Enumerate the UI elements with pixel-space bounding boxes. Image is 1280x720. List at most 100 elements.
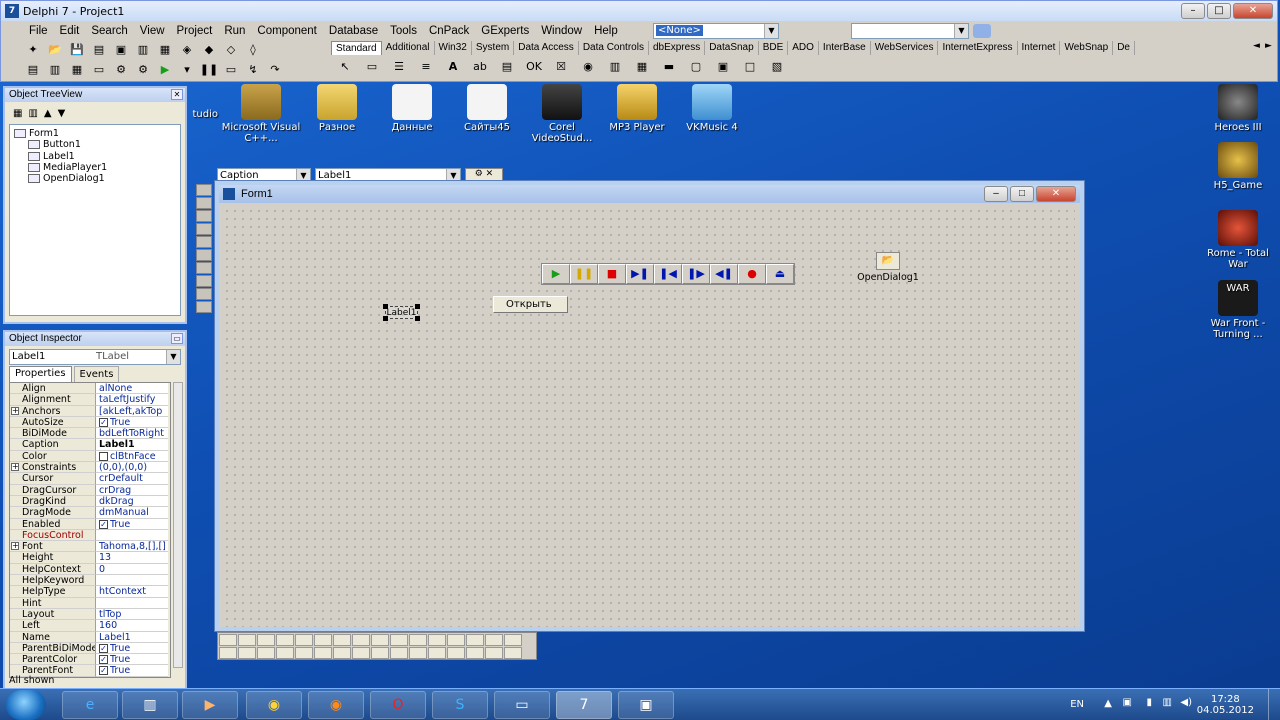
align-tool-icon[interactable]	[485, 647, 503, 659]
property-value[interactable]: Label1	[96, 631, 168, 643]
checkbox-icon[interactable]: ✓	[99, 519, 108, 529]
align-tool-icon[interactable]	[314, 634, 332, 646]
property-row-focuscontrol[interactable]: FocusControl	[10, 529, 170, 542]
tab-dbexpress[interactable]: dbExpress	[649, 41, 706, 55]
align-tool-icon[interactable]	[295, 634, 313, 646]
tab-decision[interactable]: De	[1113, 41, 1135, 55]
align-tool-icon[interactable]	[333, 634, 351, 646]
tab-webservices[interactable]: WebServices	[871, 41, 939, 55]
align-tool-icon[interactable]	[371, 634, 389, 646]
align-tool-icon[interactable]	[238, 647, 256, 659]
align-tool-icon[interactable]	[390, 647, 408, 659]
property-row-helpcontext[interactable]: HelpContext 0	[10, 563, 170, 576]
tab-bde[interactable]: BDE	[759, 41, 789, 55]
property-value[interactable]: Label1	[96, 439, 168, 451]
strip-icon[interactable]	[196, 301, 212, 313]
delete-icon[interactable]: ▦	[13, 108, 22, 119]
expand-icon[interactable]: +	[11, 406, 19, 415]
arrow-up-icon[interactable]: ▲	[44, 108, 52, 119]
align-tool-icon[interactable]	[390, 634, 408, 646]
menu-cnpack[interactable]: CnPack	[423, 23, 475, 39]
tab-datasnap[interactable]: DataSnap	[705, 41, 759, 55]
desktop-icon-vkmusic[interactable]: VKMusic 4	[672, 84, 752, 133]
button1[interactable]: Открыть	[493, 296, 568, 313]
show-desktop-button[interactable]	[1268, 689, 1280, 720]
chrome-icon[interactable]: ◉	[246, 691, 302, 719]
popup-menu-icon[interactable]: ≡	[416, 57, 436, 75]
save-all-icon[interactable]: ▤	[89, 41, 109, 59]
stop-icon[interactable]: ■	[598, 264, 626, 284]
close-button[interactable]: ✕	[1036, 186, 1076, 202]
checkbox-component-icon[interactable]: ☒	[551, 57, 571, 75]
desktop-icon-dannye[interactable]: Данные	[372, 84, 452, 133]
desktop-icon-heroes[interactable]: Heroes III	[1198, 84, 1278, 133]
property-row-parentcolor[interactable]: ParentColor ✓ True	[10, 654, 170, 666]
align-tool-icon[interactable]	[219, 634, 237, 646]
align-tool-icon[interactable]	[466, 647, 484, 659]
open-project-icon[interactable]: ▣	[111, 41, 131, 59]
align-tool-icon[interactable]	[428, 647, 446, 659]
radiogroup-component-icon[interactable]: ▣	[713, 57, 733, 75]
chevron-down-icon[interactable]: ▼	[166, 350, 180, 364]
word-icon[interactable]: ▭	[494, 691, 550, 719]
firefox-icon[interactable]: ◉	[308, 691, 364, 719]
app-icon[interactable]: ▣	[618, 691, 674, 719]
help-icon[interactable]: ◈	[177, 41, 197, 59]
menu-run[interactable]: Run	[218, 23, 251, 39]
tab-data-controls[interactable]: Data Controls	[579, 41, 649, 55]
property-row-caption[interactable]: Caption Label1	[10, 439, 170, 451]
align-tool-icon[interactable]	[352, 634, 370, 646]
desktop-icon-corel[interactable]: Corel VideoStud...	[522, 84, 602, 144]
resize-handle[interactable]	[415, 316, 420, 321]
property-row-cursor[interactable]: Cursor crDefault	[10, 473, 170, 485]
frame-icon[interactable]: ▭	[362, 57, 382, 75]
property-value[interactable]: tlTop	[96, 608, 168, 621]
menu-view[interactable]: View	[134, 23, 171, 39]
tree-node-form1[interactable]: Form1	[14, 128, 176, 139]
align-tool-icon[interactable]	[428, 634, 446, 646]
prev-icon[interactable]: ❚◀	[654, 264, 682, 284]
grid-icon[interactable]: ▦	[67, 61, 87, 79]
back-icon[interactable]: ◀❚	[710, 264, 738, 284]
tab-scroll-left-icon[interactable]: ◄	[1253, 41, 1260, 51]
align-tool-icon[interactable]	[409, 647, 427, 659]
menu-search[interactable]: Search	[85, 23, 133, 39]
property-row-parentbidimode[interactable]: ParentBiDiMode ✓ True	[10, 642, 170, 655]
align-tool-icon[interactable]	[257, 647, 275, 659]
resize-handle[interactable]	[383, 316, 388, 321]
tree-node-button1[interactable]: Button1	[14, 139, 176, 150]
resize-handle[interactable]	[383, 304, 388, 309]
menu-tools[interactable]: Tools	[384, 23, 423, 39]
start-button[interactable]	[6, 690, 46, 720]
opera-icon[interactable]: O	[370, 691, 426, 719]
minimize-button[interactable]: –	[1181, 3, 1205, 19]
property-row-dragcursor[interactable]: DragCursor crDrag	[10, 484, 170, 496]
step-icon[interactable]: ❚▶	[682, 264, 710, 284]
align-tool-icon[interactable]	[276, 634, 294, 646]
tab-events[interactable]: Events	[73, 366, 120, 382]
panel-component-icon[interactable]: □	[740, 57, 760, 75]
property-value[interactable]: 0	[96, 563, 168, 576]
menu-file[interactable]: File	[23, 23, 54, 39]
property-row-dragmode[interactable]: DragMode dmManual	[10, 507, 170, 519]
new-icon[interactable]: ✦	[23, 41, 43, 59]
desktop-icon-raznoe[interactable]: Разное	[297, 84, 377, 133]
object-selector-combo[interactable]: Label1 TLabel ▼	[9, 349, 181, 365]
menu-database[interactable]: Database	[323, 23, 384, 39]
resize-handle[interactable]	[415, 304, 420, 309]
tree-node-label1[interactable]: Label1	[14, 151, 176, 162]
align-tool-icon[interactable]	[504, 647, 522, 659]
desktop-icon-rome[interactable]: Rome - Total War	[1198, 210, 1278, 270]
menu-gexperts[interactable]: GExperts	[475, 23, 535, 39]
button-component-icon[interactable]: OK	[524, 57, 544, 75]
tab-properties[interactable]: Properties	[9, 366, 72, 382]
tab-data-access[interactable]: Data Access	[514, 41, 579, 55]
next-icon[interactable]: ▶❚	[626, 264, 654, 284]
window-icon[interactable]: ▭	[89, 61, 109, 79]
strip-icon[interactable]	[196, 197, 212, 209]
property-row-color[interactable]: Color clBtnFace	[10, 450, 170, 463]
desktop-icon-saity45[interactable]: Сайты45	[447, 84, 527, 133]
menu-edit[interactable]: Edit	[54, 23, 86, 39]
run-dropdown-icon[interactable]: ▾	[177, 61, 197, 79]
align-tool-icon[interactable]	[485, 634, 503, 646]
